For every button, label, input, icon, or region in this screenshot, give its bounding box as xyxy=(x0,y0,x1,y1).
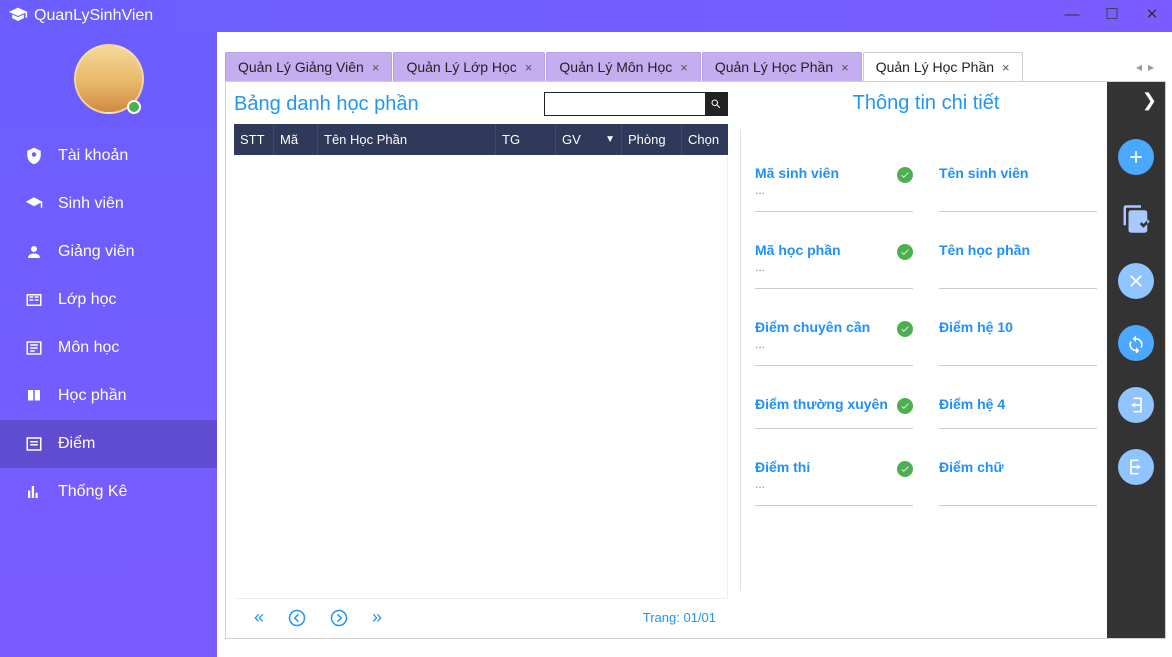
tab-hocphan-1[interactable]: Quản Lý Học Phần× xyxy=(702,52,862,81)
column-phong[interactable]: Phòng xyxy=(622,124,682,155)
refresh-button[interactable] xyxy=(1118,325,1154,361)
sidebar-item-label: Giảng viên xyxy=(58,243,135,261)
class-icon xyxy=(24,290,44,310)
add-button[interactable] xyxy=(1118,139,1154,175)
sidebar-item-giangvien[interactable]: Giảng viên xyxy=(0,228,217,276)
book-icon xyxy=(24,386,44,406)
copy-edit-button[interactable] xyxy=(1118,201,1154,237)
close-icon xyxy=(1126,271,1146,291)
plus-icon xyxy=(1126,147,1146,167)
vertical-divider xyxy=(740,130,741,590)
field-diem-he-10: Điểm hệ 10 xyxy=(939,319,1097,366)
list-title: Bảng danh học phần xyxy=(234,93,419,116)
copy-edit-icon xyxy=(1121,204,1151,234)
column-gv[interactable]: GV▼ xyxy=(556,124,622,155)
sidebar-item-label: Điểm xyxy=(58,435,95,453)
field-ten-sinh-vien: Tên sinh viên xyxy=(939,165,1097,212)
import-button[interactable] xyxy=(1118,387,1154,423)
pager-info: Trang: 01/01 xyxy=(643,610,724,625)
detail-title: Thông tin chi tiết xyxy=(755,92,1097,115)
window-minimize-button[interactable]: — xyxy=(1052,0,1092,28)
sort-desc-icon: ▼ xyxy=(605,134,615,145)
valid-check-icon xyxy=(897,398,913,414)
refresh-icon xyxy=(1126,333,1146,353)
sidebar-item-thongke[interactable]: Thống Kê xyxy=(0,468,217,516)
delete-button[interactable] xyxy=(1118,263,1154,299)
sidebar-item-sinhvien[interactable]: Sinh viên xyxy=(0,180,217,228)
column-chon[interactable]: Chọn xyxy=(682,124,728,155)
field-diem-chuyen-can: Điểm chuyên cần ... xyxy=(755,319,913,366)
grid-body xyxy=(234,155,728,598)
rail-expand-button[interactable]: ❯ xyxy=(1134,88,1165,113)
sidebar-item-label: Lớp học xyxy=(58,291,117,309)
action-rail: ❯ xyxy=(1107,82,1165,638)
score-icon xyxy=(24,434,44,454)
sidebar-item-monhoc[interactable]: Môn học xyxy=(0,324,217,372)
field-ma-sinh-vien: Mã sinh viên ... xyxy=(755,165,913,212)
pager-first-button[interactable]: « xyxy=(254,607,264,628)
sidebar-item-label: Thống Kê xyxy=(58,483,127,501)
pager-next-button[interactable] xyxy=(330,607,348,628)
valid-check-icon xyxy=(897,321,913,337)
valid-check-icon xyxy=(897,167,913,183)
sidebar-item-hocphan[interactable]: Học phần xyxy=(0,372,217,420)
field-diem-thi: Điểm thi ... xyxy=(755,459,913,506)
sidebar-item-lophoc[interactable]: Lớp học xyxy=(0,276,217,324)
pager-last-button[interactable]: » xyxy=(372,607,382,628)
sidebar-item-diem[interactable]: Điểm xyxy=(0,420,217,468)
pager-prev-button[interactable] xyxy=(288,607,306,628)
valid-check-icon xyxy=(897,461,913,477)
sidebar-item-label: Tài khoản xyxy=(58,147,128,165)
sidebar-item-label: Học phần xyxy=(58,387,127,405)
tab-monhoc[interactable]: Quản Lý Môn Học× xyxy=(546,52,700,81)
app-title: QuanLySinhVien xyxy=(34,7,153,25)
tab-close-icon[interactable]: × xyxy=(841,60,849,75)
field-ten-hoc-phan: Tên học phần xyxy=(939,242,1097,289)
student-icon xyxy=(24,194,44,214)
valid-check-icon xyxy=(897,244,913,260)
chart-icon xyxy=(24,482,44,502)
shield-user-icon xyxy=(24,146,44,166)
column-tg[interactable]: TG xyxy=(496,124,556,155)
app-logo: QuanLySinhVien xyxy=(8,6,153,26)
window-maximize-button[interactable]: ☐ xyxy=(1092,0,1132,28)
tab-scroll-left-button[interactable]: ◂ xyxy=(1134,60,1144,74)
subject-icon xyxy=(24,338,44,358)
arrow-out-icon xyxy=(1126,457,1146,477)
field-diem-thuong-xuyen: Điểm thường xuyên xyxy=(755,396,913,429)
column-stt[interactable]: STT xyxy=(234,124,274,155)
status-online-icon xyxy=(127,100,141,114)
grid-header: STT Mã Tên Học Phần TG GV▼ Phòng Chọn xyxy=(234,124,728,155)
tab-lophoc[interactable]: Quản Lý Lớp Học× xyxy=(393,52,545,81)
field-diem-chu: Điểm chữ xyxy=(939,459,1097,506)
sidebar-item-label: Sinh viên xyxy=(58,195,124,213)
column-ten[interactable]: Tên Học Phần xyxy=(318,124,496,155)
tab-close-icon[interactable]: × xyxy=(525,60,533,75)
export-button[interactable] xyxy=(1118,449,1154,485)
tab-close-icon[interactable]: × xyxy=(1002,60,1010,75)
tab-giangvien[interactable]: Quản Lý Giảng Viên× xyxy=(225,52,392,81)
field-diem-he-4: Điểm hệ 4 xyxy=(939,396,1097,429)
field-ma-hoc-phan: Mã học phần ... xyxy=(755,242,913,289)
tab-scroll-right-button[interactable]: ▸ xyxy=(1146,60,1156,74)
sidebar-item-taikhoan[interactable]: Tài khoản xyxy=(0,132,217,180)
teacher-icon xyxy=(24,242,44,262)
sidebar: Tài khoản Sinh viên Giảng viên Lớp học M… xyxy=(0,32,217,657)
tabs: Quản Lý Giảng Viên× Quản Lý Lớp Học× Quả… xyxy=(225,52,1166,82)
window-close-button[interactable]: ✕ xyxy=(1132,0,1172,28)
tab-close-icon[interactable]: × xyxy=(680,60,688,75)
arrow-in-icon xyxy=(1126,395,1146,415)
column-ma[interactable]: Mã xyxy=(274,124,318,155)
search-icon xyxy=(710,98,722,110)
tab-hocphan-2[interactable]: Quản Lý Học Phần× xyxy=(863,52,1023,81)
search-button[interactable] xyxy=(705,93,727,115)
search-input[interactable] xyxy=(545,93,705,115)
search-box xyxy=(544,92,728,116)
sidebar-item-label: Môn học xyxy=(58,339,119,357)
tab-close-icon[interactable]: × xyxy=(372,60,380,75)
